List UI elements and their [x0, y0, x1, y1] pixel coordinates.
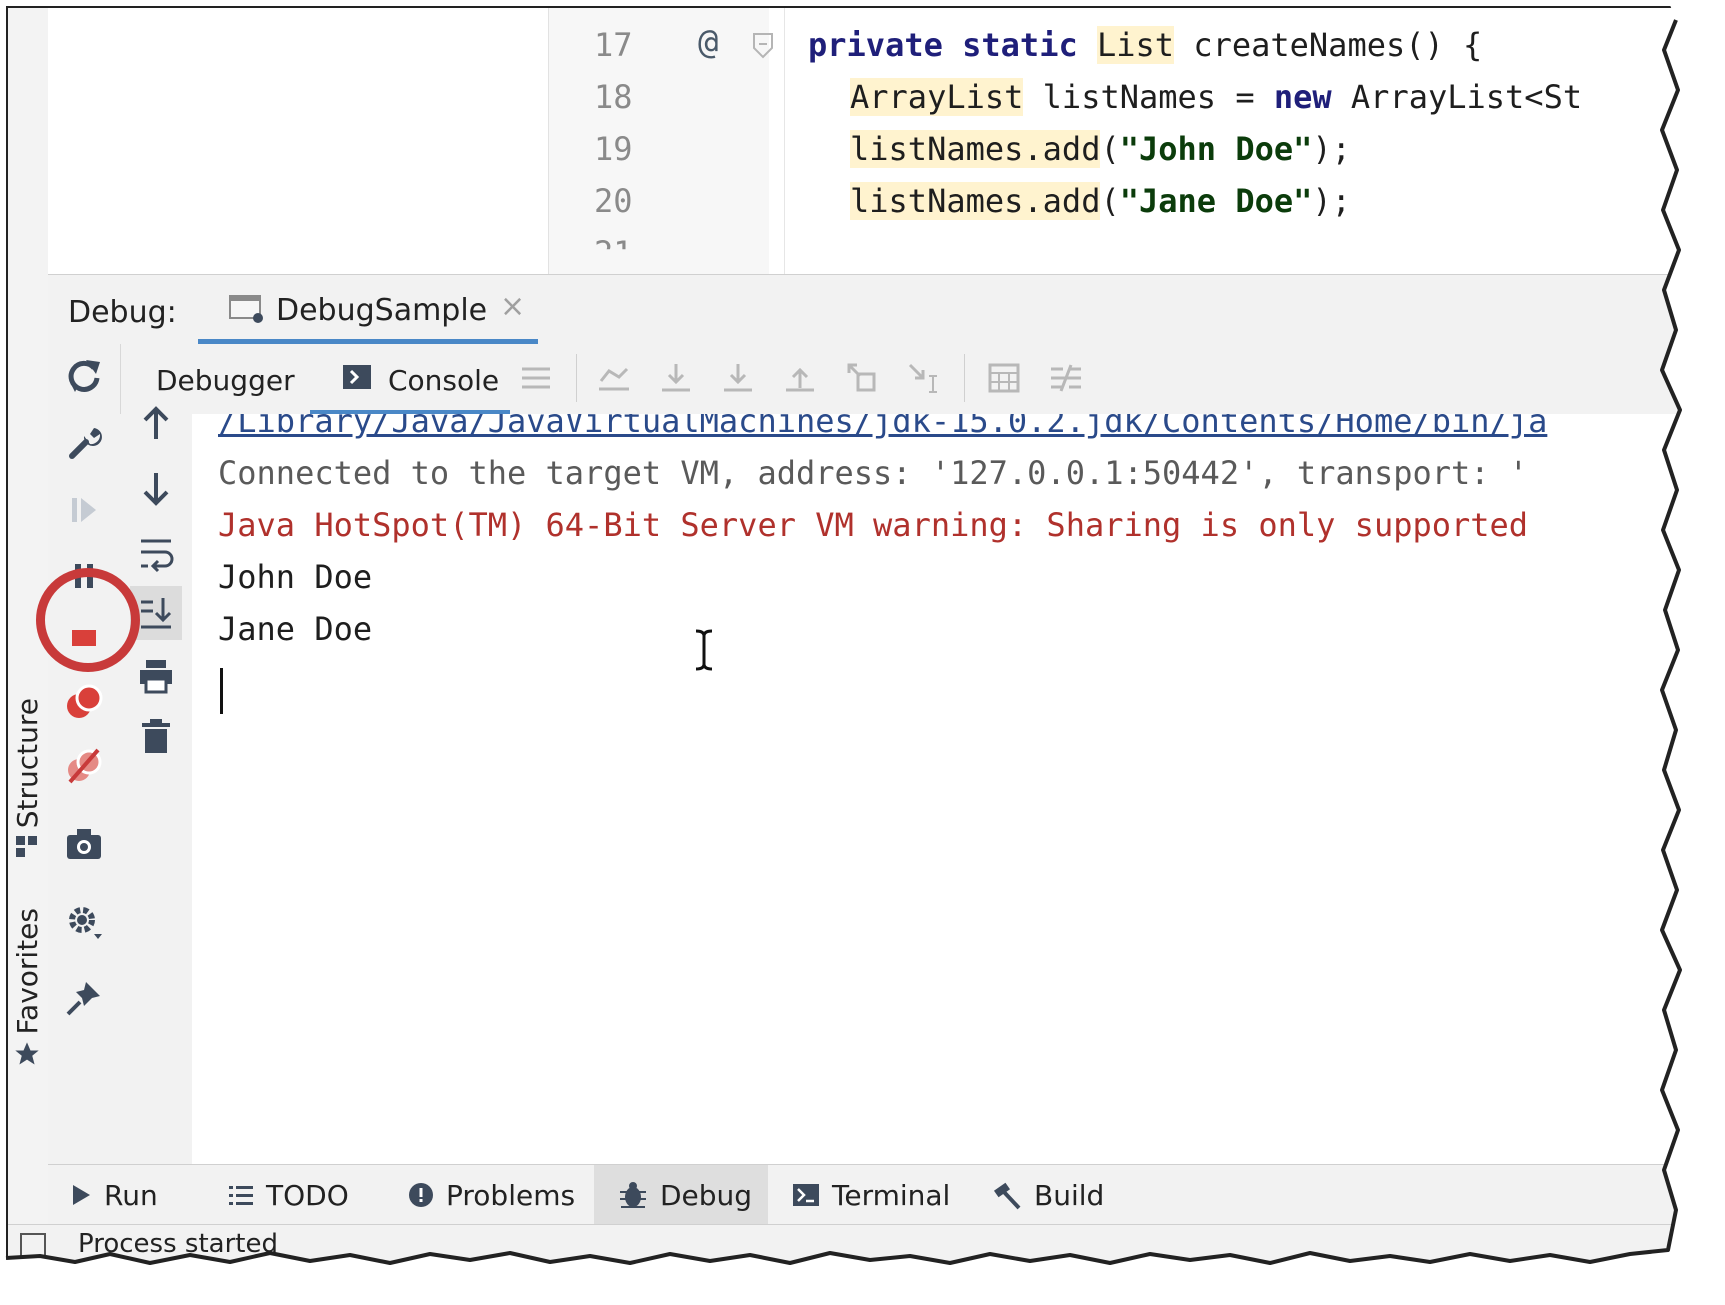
torn-edge-border — [0, 0, 1700, 1305]
